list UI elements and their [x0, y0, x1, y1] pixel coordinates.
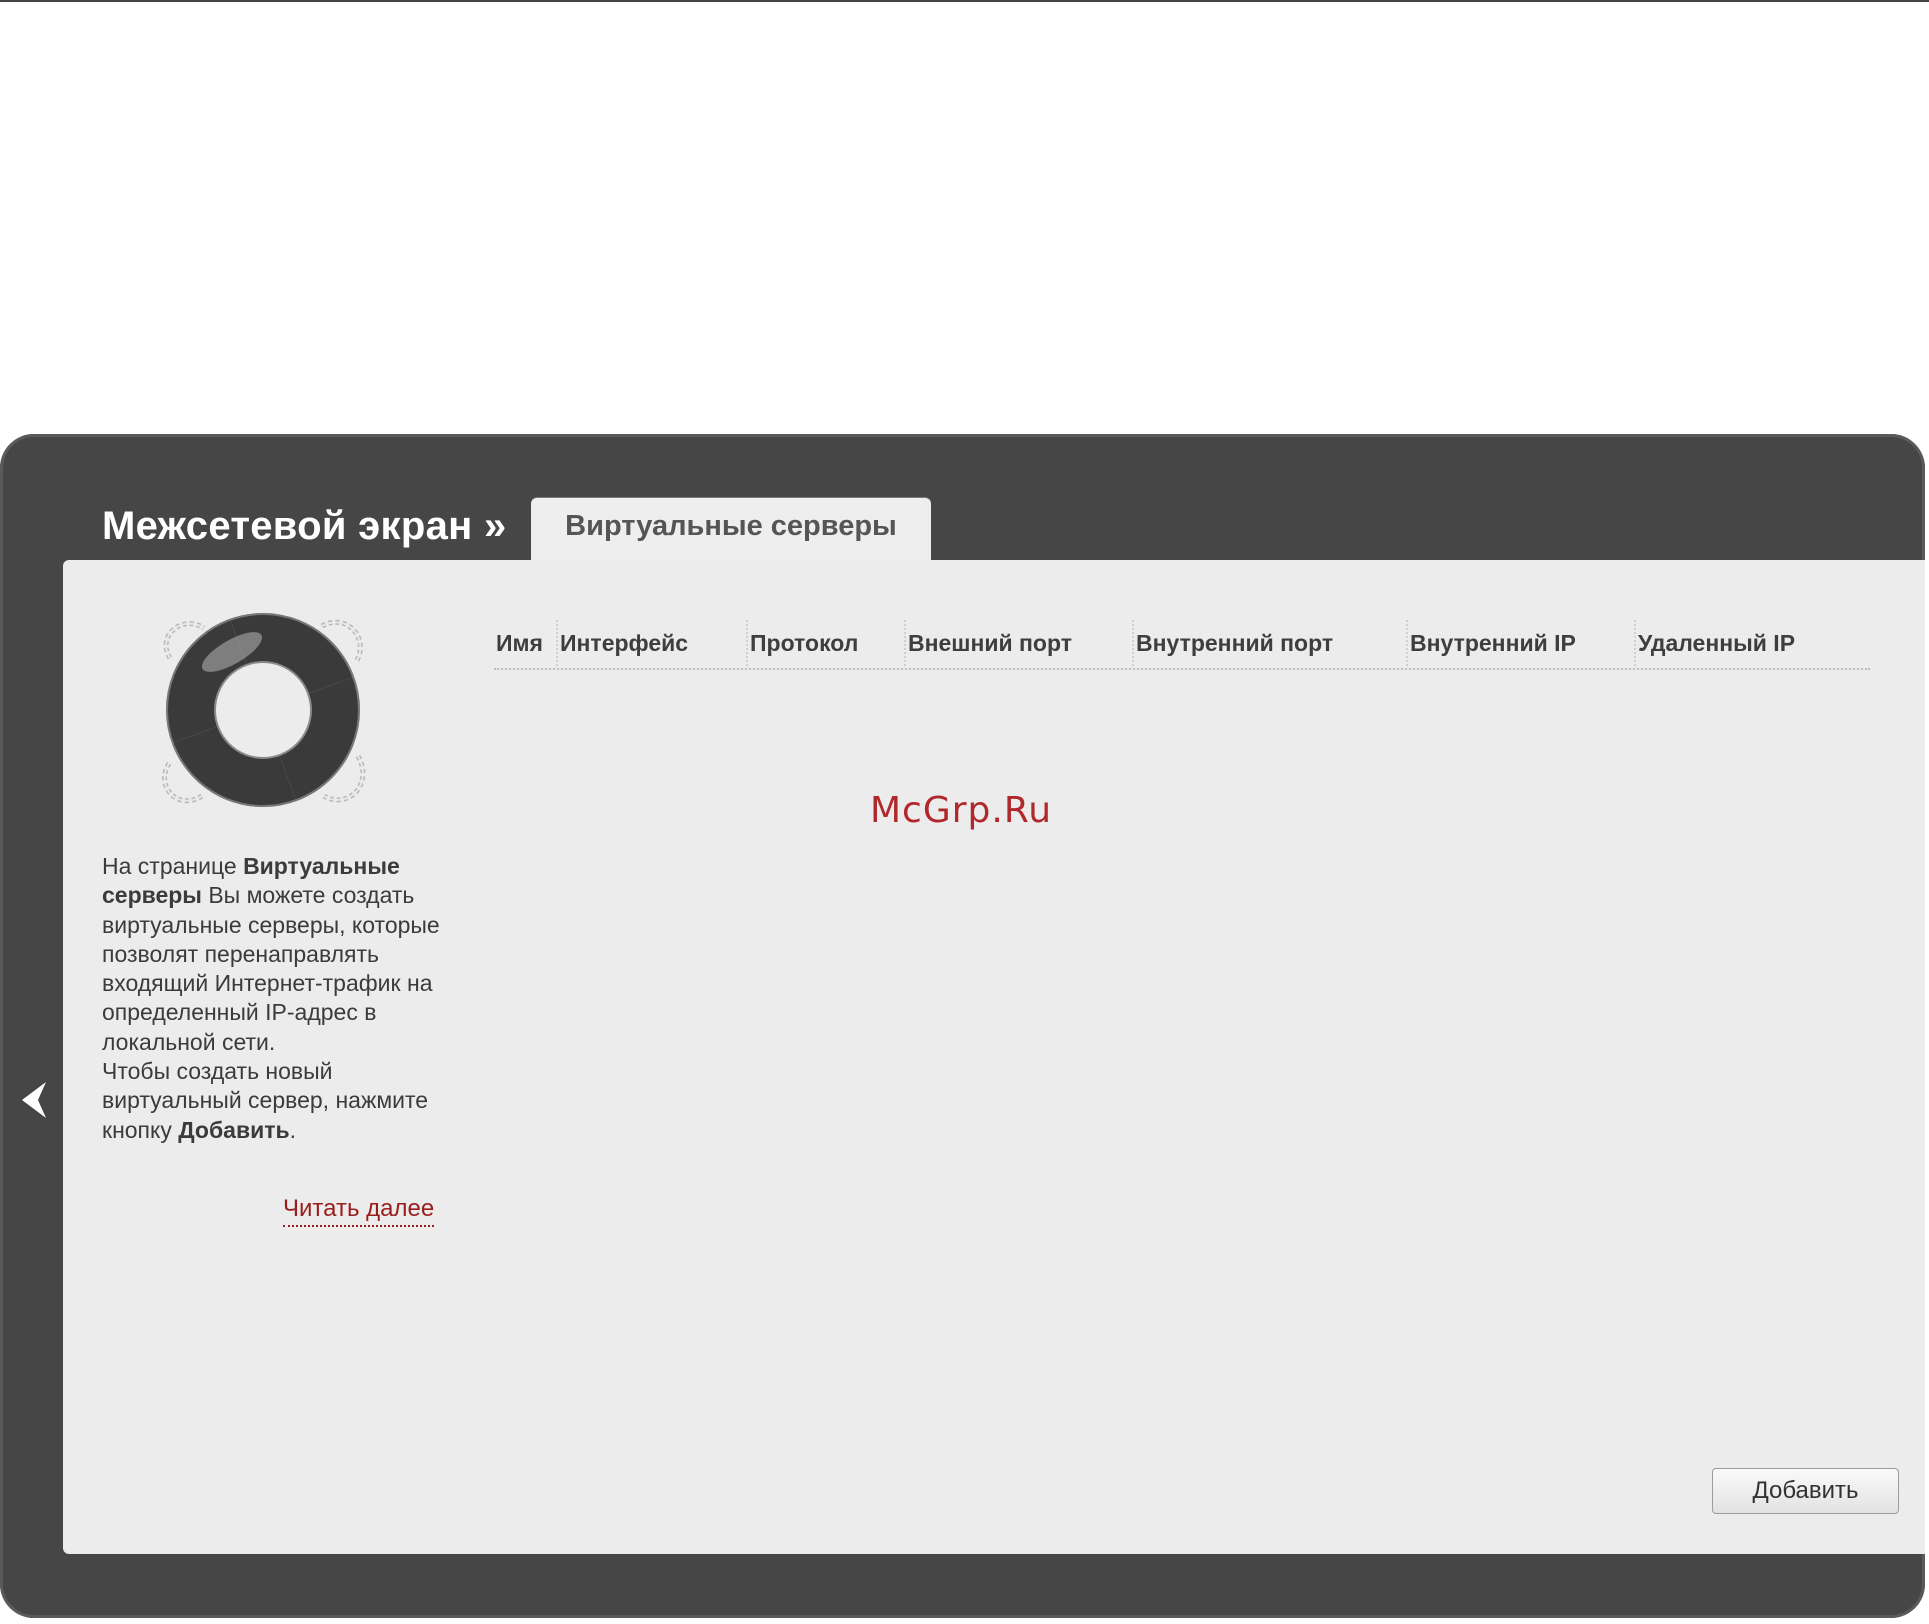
tab-virtual-servers-label: Виртуальные серверы: [565, 510, 897, 542]
column-header-remote-ip[interactable]: Удаленный IP: [1634, 620, 1795, 666]
help-text-prefix: На странице: [102, 853, 244, 879]
column-header-interface[interactable]: Интерфейс: [556, 620, 688, 666]
add-button[interactable]: Добавить: [1712, 1468, 1899, 1514]
chevron-left-icon[interactable]: [16, 1078, 52, 1122]
help-text-button-name: Добавить: [178, 1116, 290, 1143]
column-header-name[interactable]: Имя: [494, 620, 543, 666]
column-header-internal-port[interactable]: Внутренний порт: [1132, 620, 1333, 666]
read-more-link[interactable]: Читать далее: [283, 1195, 435, 1227]
section-title[interactable]: Межсетевой экран »: [102, 504, 507, 549]
lifebuoy-icon: [162, 613, 366, 807]
column-header-internal-ip[interactable]: Внутренний IP: [1406, 620, 1576, 666]
tab-virtual-servers[interactable]: Виртуальные серверы: [531, 498, 931, 560]
column-header-external-port[interactable]: Внешний порт: [904, 620, 1072, 666]
virtual-servers-table-header: Имя Интерфейс Протокол Внешний порт Внут…: [494, 620, 1870, 670]
column-header-protocol[interactable]: Протокол: [746, 620, 858, 666]
top-border-line: [0, 0, 1929, 2]
help-text-suffix: .: [289, 1116, 297, 1143]
help-text: На странице Виртуальные серверы Вы может…: [102, 852, 442, 1145]
watermark: McGrp.Ru: [870, 790, 1053, 831]
